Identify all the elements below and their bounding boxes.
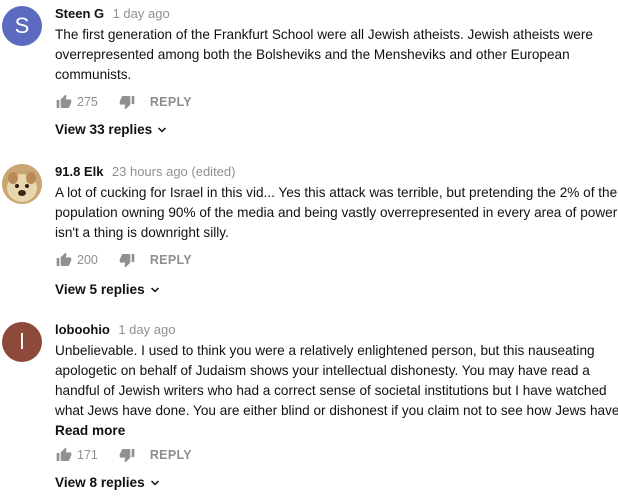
view-replies-label: View 5 replies [55,282,145,297]
comment-text-line: Unbelievable. I used to think you were a… [55,343,595,358]
thumb-up-icon[interactable] [55,251,73,269]
avatar-letter: S [14,13,30,38]
comment-time[interactable]: 1 day ago [118,322,175,337]
author-name[interactable]: 91.8 Elk [55,164,103,179]
comment-text-line: population owning 90% of the media and b… [55,205,618,220]
comment-text: The first generation of the Frankfurt Sc… [55,25,614,85]
comment-text-line: isn't a thing is downright silly. [55,225,229,240]
comment-time[interactable]: 1 day ago [113,6,170,21]
comment-text-line: The first generation of the Frankfurt Sc… [55,27,593,42]
comment-text-line: overrepresented among both the Bolshevik… [55,47,570,62]
comment-text-line: handful of Jewish writers who had a corr… [55,383,607,398]
elk-avatar-image [2,164,42,204]
view-replies-button[interactable]: View 8 replies [55,473,161,493]
comment-body: loboohio 1 day ago Unbelievable. I used … [55,320,618,441]
like-count: 171 [77,448,98,462]
reply-button[interactable]: REPLY [150,253,192,267]
comment-body: 91.8 Elk 23 hours ago (edited) A lot of … [55,162,618,243]
view-replies-button[interactable]: View 5 replies [55,280,161,300]
like-count: 275 [77,95,98,109]
reply-button[interactable]: REPLY [150,448,192,462]
comment-text: Unbelievable. I used to think you were a… [55,341,618,421]
comment-header: Steen G 1 day ago [55,4,614,24]
comment-text-line: what Jews have done. You are either blin… [55,403,618,418]
avatar[interactable]: S [2,6,42,46]
comment-text-line: apologetic on behalf of Judaism shows yo… [55,363,590,378]
view-replies-label: View 8 replies [55,475,145,490]
avatar-letter: l [19,329,25,354]
reply-button[interactable]: REPLY [150,95,192,109]
thumb-up-icon[interactable] [55,93,73,111]
avatar[interactable] [2,164,42,204]
comment-time[interactable]: 23 hours ago (edited) [112,164,236,179]
chevron-down-icon [150,287,159,293]
comment-header: 91.8 Elk 23 hours ago (edited) [55,162,614,182]
read-more-button[interactable]: Read more [55,421,614,441]
comment-actions: 171 REPLY [55,445,192,465]
view-replies-button[interactable]: View 33 replies [55,120,168,140]
like-count: 200 [77,253,98,267]
comment-text: A lot of cucking for Israel in this vid.… [55,183,618,243]
author-name[interactable]: loboohio [55,322,110,337]
comment-text-line: A lot of cucking for Israel in this vid.… [55,185,618,200]
comment-body: Steen G 1 day ago The first generation o… [55,4,614,85]
thumb-up-icon[interactable] [55,446,73,464]
comment-actions: 275 REPLY [55,92,192,112]
thumb-down-icon[interactable] [118,93,136,111]
chevron-down-icon [150,480,159,486]
author-name[interactable]: Steen G [55,6,104,21]
avatar[interactable]: l [2,322,42,362]
chevron-down-icon [158,127,167,133]
comment-actions: 200 REPLY [55,250,192,270]
view-replies-label: View 33 replies [55,122,153,137]
comment-text-line: communists. [55,67,132,82]
thumb-down-icon[interactable] [118,251,136,269]
thumb-down-icon[interactable] [118,446,136,464]
comment-header: loboohio 1 day ago [55,320,614,340]
